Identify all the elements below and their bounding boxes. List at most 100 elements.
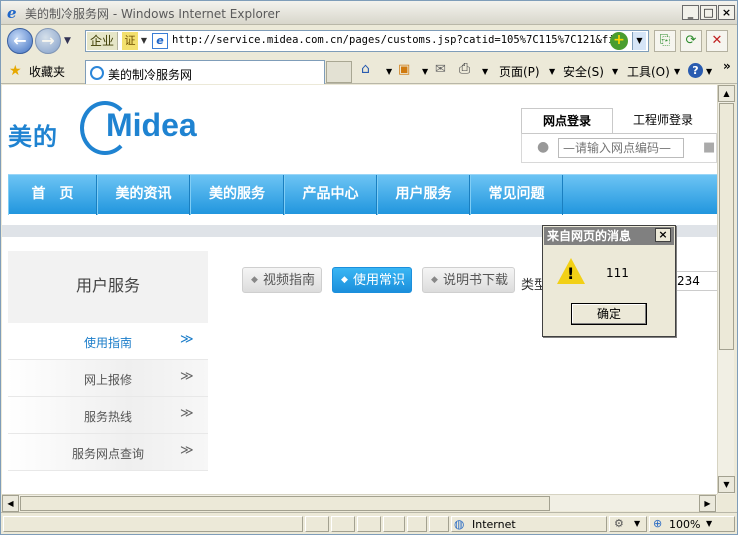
dialog-message: 111 bbox=[606, 266, 629, 280]
status-pane bbox=[331, 516, 355, 532]
browser-window: e 美的制冷服务网 - Windows Internet Explorer _ … bbox=[0, 0, 738, 535]
protected-mode-pane[interactable]: ⚙ ▼ bbox=[609, 516, 647, 532]
status-pane bbox=[357, 516, 381, 532]
tab-usage-tips[interactable]: ◆ 使用常识 bbox=[332, 267, 412, 293]
status-pane bbox=[407, 516, 427, 532]
horizontal-scroll-thumb[interactable] bbox=[20, 496, 550, 511]
vertical-scroll-thumb[interactable] bbox=[719, 103, 734, 350]
go-button[interactable]: + bbox=[610, 32, 628, 50]
minimize-button[interactable]: _ bbox=[682, 5, 699, 20]
safety-menu-dropdown-icon[interactable]: ▼ bbox=[612, 67, 618, 76]
main-nav: 首 页 美的资讯 美的服务 产品中心 用户服务 常见问题 bbox=[8, 174, 717, 215]
tab-manual-download[interactable]: ◆ 说明书下载 bbox=[422, 267, 515, 293]
zone-text: Internet bbox=[472, 518, 516, 531]
feeds-icon[interactable]: ▣ bbox=[398, 62, 410, 77]
status-pane bbox=[305, 516, 329, 532]
zoom-control[interactable]: ⊕ 100% ▼ bbox=[649, 516, 735, 532]
page-menu-dropdown-icon[interactable]: ▼ bbox=[549, 67, 555, 76]
new-tab-button[interactable] bbox=[326, 61, 352, 83]
scroll-right-icon[interactable]: ▶ bbox=[699, 495, 716, 512]
chevron-right-icon: ≫ bbox=[180, 332, 194, 347]
favorites-star-icon[interactable]: ★ bbox=[9, 63, 22, 79]
ie-logo-icon: e bbox=[7, 4, 17, 22]
zoom-icon: ⊕ bbox=[653, 517, 663, 530]
help-dropdown-icon[interactable]: ▼ bbox=[706, 67, 712, 76]
print-icon[interactable]: ⎙ bbox=[459, 61, 470, 77]
compatibility-view-icon[interactable]: ⎘ bbox=[654, 30, 676, 52]
scroll-down-icon[interactable]: ▼ bbox=[718, 476, 735, 493]
feeds-dropdown-icon[interactable]: ▼ bbox=[422, 67, 428, 76]
mail-icon[interactable]: ✉ bbox=[435, 62, 446, 77]
nav-news[interactable]: 美的资讯 bbox=[97, 175, 190, 215]
safety-menu[interactable]: 安全(S) bbox=[563, 63, 604, 80]
sidebar-item-guide[interactable]: 使用指南 ≫ bbox=[8, 323, 208, 360]
help-icon[interactable]: ? bbox=[688, 63, 703, 78]
ok-button[interactable]: 确定 bbox=[571, 303, 647, 325]
nav-user-service[interactable]: 用户服务 bbox=[377, 175, 470, 215]
vertical-scrollbar[interactable]: ▲ ▼ bbox=[717, 85, 735, 494]
tools-menu-dropdown-icon[interactable]: ▼ bbox=[674, 67, 680, 76]
sidebar-item-label: 使用指南 bbox=[83, 336, 132, 350]
tab-engineer-login[interactable]: 工程师登录 bbox=[613, 108, 713, 134]
url-text[interactable]: http://service.midea.com.cn/pages/custom… bbox=[172, 34, 612, 46]
sidebar-item-label: 服务网点查询 bbox=[71, 447, 144, 461]
status-bar: ◍ Internet ⚙ ▼ ⊕ 100% ▼ bbox=[1, 512, 737, 534]
bullet-icon: ◆ bbox=[431, 275, 438, 285]
user-icon: ● bbox=[537, 139, 550, 155]
cert-dropdown-icon[interactable]: ▼ bbox=[138, 32, 150, 50]
zoom-dropdown-icon: ▼ bbox=[706, 519, 713, 528]
sidebar-item-outlets[interactable]: 服务网点查询 ≫ bbox=[8, 434, 208, 471]
scroll-left-icon[interactable]: ◀ bbox=[2, 495, 19, 512]
logo-chinese: 美的 bbox=[8, 123, 58, 151]
sidebar-item-hotline[interactable]: 服务热线 ≫ bbox=[8, 397, 208, 434]
page-menu[interactable]: 页面(P) bbox=[499, 63, 540, 80]
warning-exclamation-icon: ! bbox=[567, 264, 575, 283]
window-title: 美的制冷服务网 - Windows Internet Explorer bbox=[25, 7, 280, 21]
bullet-icon: ◆ bbox=[341, 275, 348, 285]
print-dropdown-icon[interactable]: ▼ bbox=[482, 67, 488, 76]
tab-label: 使用常识 bbox=[353, 273, 406, 288]
zone-label: 企业 bbox=[87, 32, 119, 50]
refresh-icon[interactable]: ⟳ bbox=[680, 30, 702, 52]
close-button[interactable]: × bbox=[718, 5, 735, 20]
home-icon[interactable]: ⌂ bbox=[361, 61, 370, 77]
tab-branch-login[interactable]: 网点登录 bbox=[521, 108, 613, 134]
scroll-corner bbox=[717, 494, 734, 511]
sidebar-item-repair[interactable]: 网上报修 ≫ bbox=[8, 360, 208, 397]
forward-button[interactable]: → bbox=[35, 28, 61, 54]
page-icon: e bbox=[152, 33, 168, 49]
sidebar-item-label: 服务热线 bbox=[83, 410, 132, 424]
login-panel: 网点登录 工程师登录 ● ■ bbox=[521, 105, 717, 165]
favorites-bar: ★ 收藏夹 美的制冷服务网 ⌂ ▼ ▣ ▼ ✉ ⎙ ▼ 页面(P) ▼ 安全(S… bbox=[1, 58, 737, 84]
history-dropdown-icon[interactable]: ▼ bbox=[64, 36, 71, 46]
toolbar-overflow-icon[interactable]: » bbox=[723, 59, 731, 73]
nav-products[interactable]: 产品中心 bbox=[284, 175, 377, 215]
branch-code-input[interactable] bbox=[558, 138, 684, 158]
horizontal-scrollbar[interactable]: ◀ ▶ bbox=[2, 494, 717, 512]
dropdown-icon: ▼ bbox=[634, 519, 641, 528]
settings-icon: ⚙ bbox=[614, 517, 624, 530]
chevron-right-icon: ≫ bbox=[180, 406, 194, 421]
stop-icon[interactable]: ✕ bbox=[706, 30, 728, 52]
zoom-level: 100% bbox=[669, 518, 701, 531]
address-dropdown-icon[interactable]: ▼ bbox=[632, 32, 646, 50]
nav-service[interactable]: 美的服务 bbox=[190, 175, 284, 215]
tools-menu[interactable]: 工具(O) bbox=[627, 63, 670, 80]
favorites-button[interactable]: 收藏夹 bbox=[29, 63, 65, 80]
nav-faq[interactable]: 常见问题 bbox=[470, 175, 563, 215]
lock-icon: ■ bbox=[703, 140, 716, 155]
dialog-close-button[interactable]: × bbox=[655, 228, 671, 242]
maximize-button[interactable]: □ bbox=[700, 5, 717, 20]
certificate-icon[interactable]: 证 bbox=[122, 32, 138, 50]
chevron-right-icon: ≫ bbox=[180, 369, 194, 384]
nav-home[interactable]: 首 页 bbox=[8, 175, 97, 215]
home-dropdown-icon[interactable]: ▼ bbox=[386, 67, 392, 76]
address-bar[interactable]: 企业 证 ▼ e http://service.midea.com.cn/pag… bbox=[85, 30, 649, 52]
back-button[interactable]: ← bbox=[7, 28, 33, 54]
scroll-up-icon[interactable]: ▲ bbox=[718, 85, 735, 102]
status-pane bbox=[429, 516, 449, 532]
sidebar-item-label: 网上报修 bbox=[83, 373, 132, 387]
tab-video-guide[interactable]: ◆ 视频指南 bbox=[242, 267, 322, 293]
browser-tab[interactable]: 美的制冷服务网 bbox=[85, 60, 325, 84]
number-field[interactable]: 234 bbox=[674, 271, 717, 291]
